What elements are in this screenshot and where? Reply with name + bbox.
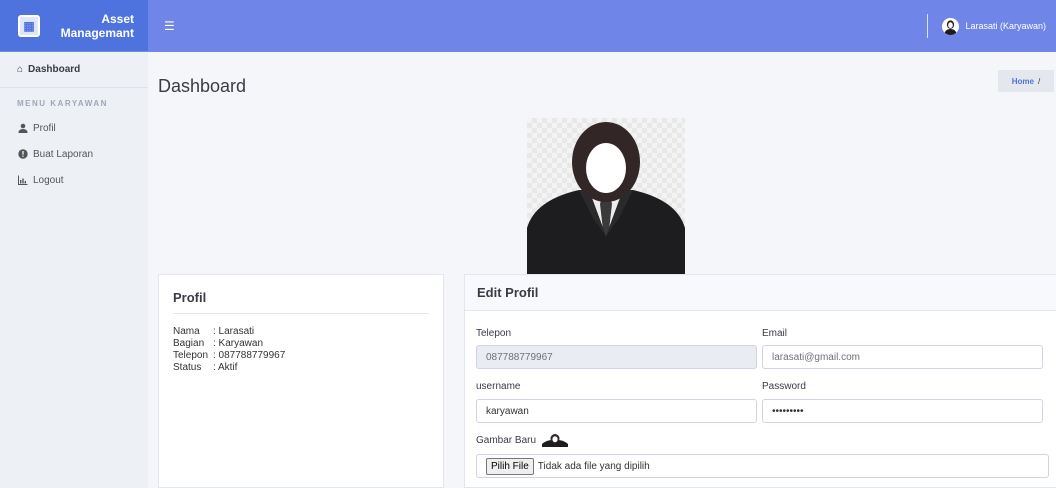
brand-name-line1: Asset — [101, 11, 134, 26]
topbar: ☰ Larasati (Karyawan) — [148, 0, 1056, 52]
sidebar: ⌂ Dashboard MENU KARYAWAN Profil Buat La… — [0, 52, 148, 488]
avatar — [942, 17, 960, 35]
breadcrumb-separator: / — [1038, 76, 1041, 86]
menu-toggle-icon[interactable]: ☰ — [164, 19, 175, 33]
sidebar-item-label: Profil — [33, 122, 56, 134]
file-input[interactable]: Pilih File Tidak ada file yang dipilih — [476, 454, 1049, 478]
sidebar-item-buat-laporan[interactable]: Buat Laporan — [0, 141, 148, 167]
profil-row-telepon: Telepon : 087788779967 — [173, 350, 285, 362]
profil-value: : Aktif — [213, 362, 238, 373]
profil-key: Status — [173, 362, 202, 373]
home-icon: ⌂ — [17, 64, 24, 75]
current-photo-thumbnail — [541, 434, 568, 447]
edit-profil-card-title: Edit Profil — [465, 275, 1056, 311]
gambar-baru-text: Gambar Baru — [476, 435, 537, 447]
profil-info: Nama : Larasati Bagian : Karyawan Telepo… — [173, 326, 285, 374]
sidebar-item-logout[interactable]: Logout — [0, 167, 148, 193]
edit-profil-card: Edit Profil Telepon 087788779967 Email l… — [464, 274, 1056, 488]
brand[interactable]: ▦ Asset Managemant — [0, 0, 148, 52]
email-input[interactable]: larasati@gmail.com — [762, 345, 1043, 369]
brand-name-line2: Managemant — [60, 25, 134, 40]
profil-card-title: Profil — [173, 290, 207, 305]
profile-photo — [527, 118, 685, 274]
main-content: Dashboard Home / Profil Nama : Larasati … — [148, 52, 1056, 488]
profil-key: Nama — [173, 326, 200, 337]
profil-value: : 087788779967 — [213, 350, 286, 361]
telepon-input[interactable]: 087788779967 — [476, 345, 757, 369]
profil-card: Profil Nama : Larasati Bagian : Karyawan… — [158, 274, 444, 488]
email-label: Email — [762, 328, 788, 339]
username-label: username — [476, 381, 521, 392]
chart-icon — [17, 175, 29, 185]
divider — [173, 313, 429, 314]
sidebar-item-label: Logout — [33, 174, 64, 186]
brand-logo-icon: ▦ — [18, 14, 40, 37]
password-input[interactable]: ••••••••• — [762, 399, 1043, 423]
user-name: Larasati (Karyawan) — [965, 21, 1046, 31]
sidebar-item-profil[interactable]: Profil — [0, 115, 148, 141]
sidebar-item-label: Dashboard — [28, 64, 81, 75]
choose-file-button[interactable]: Pilih File — [486, 457, 534, 475]
info-circle-icon — [17, 149, 29, 159]
username-input[interactable]: karyawan — [476, 399, 757, 423]
profil-value: : Larasati — [213, 326, 255, 337]
telepon-label: Telepon — [476, 328, 512, 339]
profil-key: Telepon — [173, 350, 209, 361]
gambar-baru-label: Gambar Baru — [476, 434, 568, 447]
profil-row-nama: Nama : Larasati — [173, 326, 285, 338]
profil-row-bagian: Bagian : Karyawan — [173, 338, 285, 350]
breadcrumb-home-link[interactable]: Home — [1012, 77, 1034, 86]
profil-row-status: Status : Aktif — [173, 362, 285, 374]
profil-key: Bagian — [173, 338, 205, 349]
sidebar-heading: MENU KARYAWAN — [17, 99, 108, 108]
password-label: Password — [762, 381, 806, 392]
file-status-text: Tidak ada file yang dipilih — [537, 460, 650, 472]
brand-name: Asset Managemant — [54, 12, 134, 40]
user-icon — [17, 123, 29, 133]
sidebar-item-dashboard[interactable]: ⌂ Dashboard — [0, 52, 148, 88]
sidebar-item-label: Buat Laporan — [33, 148, 94, 160]
breadcrumb: Home / — [998, 70, 1054, 92]
user-menu[interactable]: Larasati (Karyawan) — [927, 0, 1046, 52]
page-title: Dashboard — [158, 76, 247, 96]
profil-value: : Karyawan — [213, 338, 264, 349]
topbar-divider — [927, 14, 929, 38]
